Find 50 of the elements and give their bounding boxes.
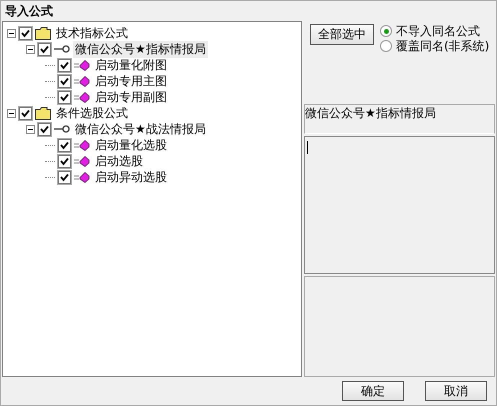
select-all-button[interactable]: 全部选中 xyxy=(310,24,374,45)
checkbox[interactable] xyxy=(58,74,71,88)
folder-icon xyxy=(35,106,51,120)
checkbox[interactable] xyxy=(19,26,32,40)
tree-item[interactable]: 微信公众号★指标情报局 xyxy=(73,40,208,58)
gem-icon xyxy=(74,172,90,182)
folder-icon xyxy=(35,26,51,40)
radio-button[interactable] xyxy=(380,40,392,52)
option-label[interactable]: 覆盖同名(非系统) xyxy=(396,38,490,54)
tree-connector xyxy=(45,160,55,162)
window-title: 导入公式 xyxy=(4,3,54,20)
collapse-icon[interactable] xyxy=(26,44,35,54)
gem-icon xyxy=(74,60,90,70)
tree-item[interactable]: 微信公众号★战法情报局 xyxy=(73,120,208,138)
gem-icon xyxy=(74,140,90,150)
tree-item[interactable]: 启动量化选股 xyxy=(93,136,169,154)
checkbox[interactable] xyxy=(58,138,71,152)
checkbox[interactable] xyxy=(58,154,71,168)
tree-item[interactable]: 条件选股公式 xyxy=(54,104,130,122)
gem-icon xyxy=(74,76,90,86)
radio-button[interactable] xyxy=(380,25,392,37)
text-area[interactable] xyxy=(304,136,495,274)
checkbox[interactable] xyxy=(38,122,51,136)
gem-icon xyxy=(74,92,90,102)
option-label[interactable]: 不导入同名公式 xyxy=(396,22,480,40)
checkbox[interactable] xyxy=(19,106,32,120)
dialog-button[interactable]: 取消 xyxy=(425,381,487,401)
tree-connector xyxy=(45,80,55,82)
collapse-icon[interactable] xyxy=(26,124,35,134)
key-icon xyxy=(54,45,70,53)
collapse-icon[interactable] xyxy=(7,28,16,38)
checkbox[interactable] xyxy=(58,90,71,104)
tree-connector xyxy=(45,96,55,98)
checkbox[interactable] xyxy=(38,42,51,56)
tree-item[interactable]: 启动选股 xyxy=(93,152,145,170)
tree-item[interactable]: 启动专用主图 xyxy=(93,72,169,90)
checkbox[interactable] xyxy=(58,170,71,184)
tree-item[interactable]: 启动专用副图 xyxy=(93,88,169,106)
tree-connector xyxy=(45,176,55,178)
formula-name: 微信公众号★指标情报局 xyxy=(305,106,436,120)
key-icon xyxy=(54,125,70,133)
checkbox[interactable] xyxy=(58,58,71,72)
gem-icon xyxy=(74,156,90,166)
dialog-button[interactable]: 确定 xyxy=(342,381,404,401)
collapse-icon[interactable] xyxy=(7,108,16,118)
tree-item[interactable]: 启动异动选股 xyxy=(93,168,169,186)
tree-connector xyxy=(45,64,55,66)
tree-item[interactable]: 技术指标公式 xyxy=(54,24,130,42)
tree-item[interactable]: 启动量化附图 xyxy=(93,56,169,74)
tree-connector xyxy=(45,144,55,146)
